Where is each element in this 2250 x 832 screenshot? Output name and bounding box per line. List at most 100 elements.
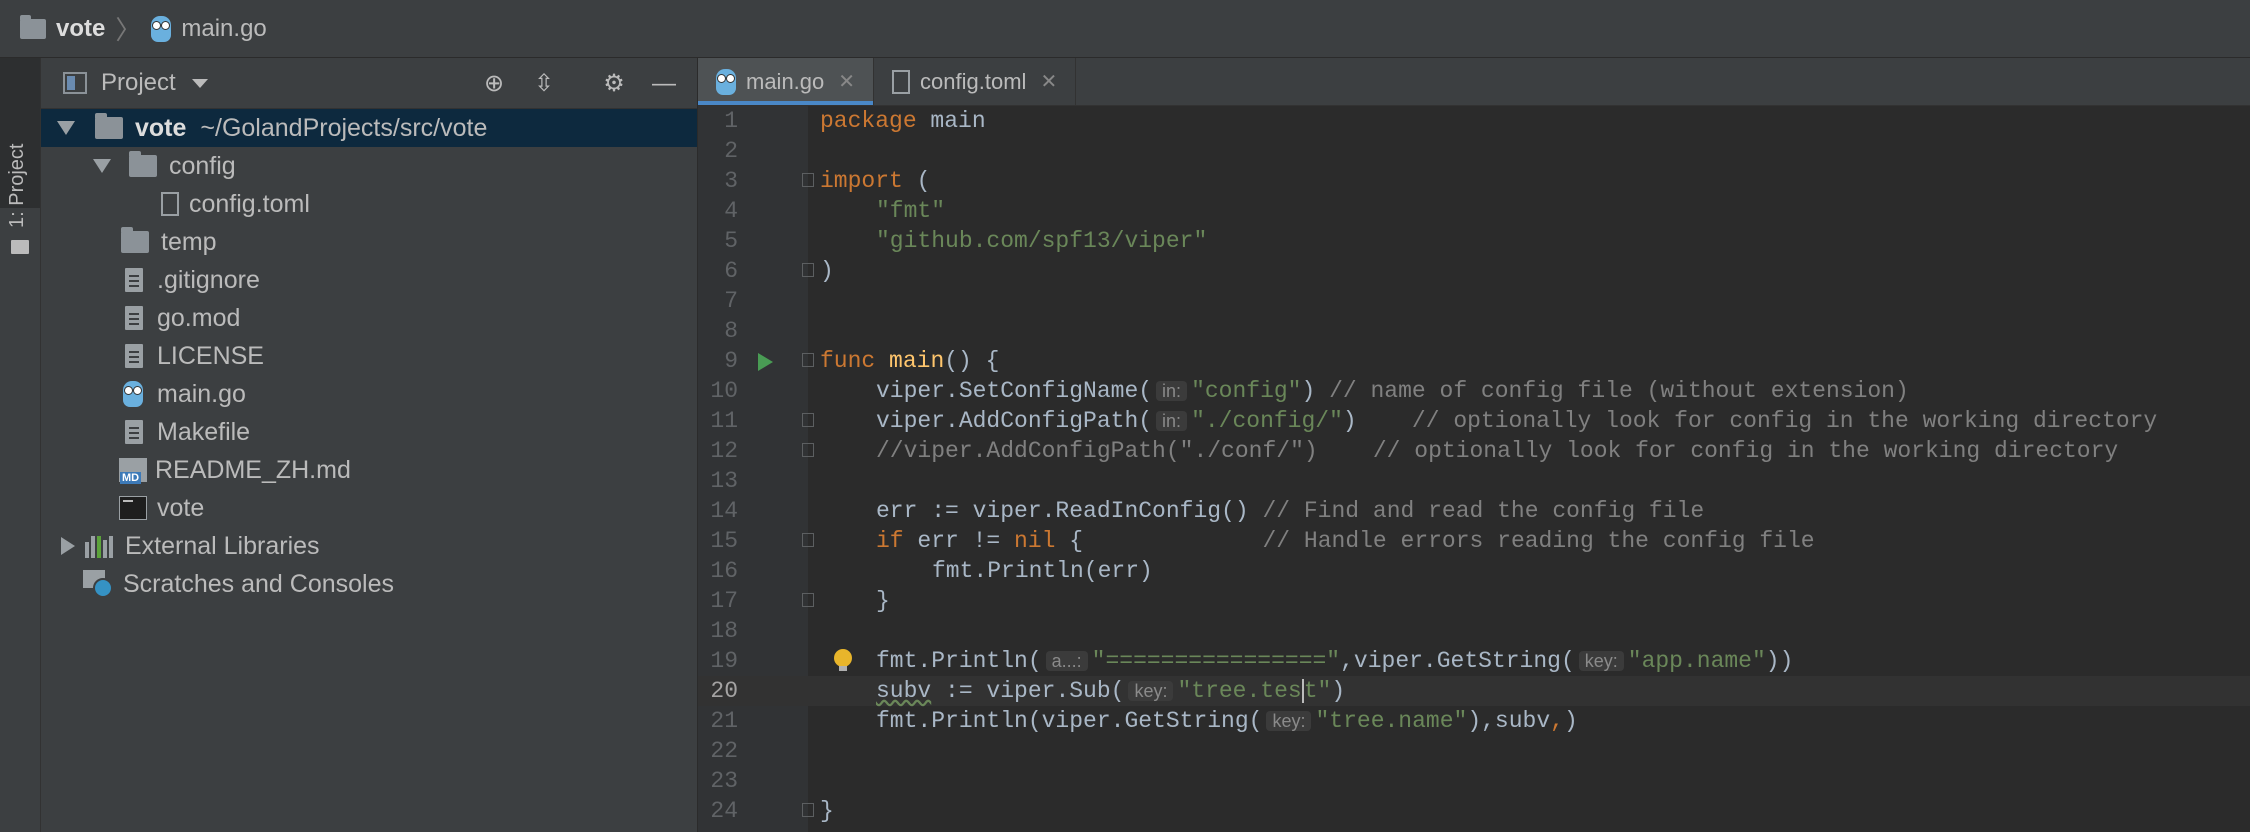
tree-item-vote-binary[interactable]: vote — [41, 489, 697, 527]
tab-config-toml[interactable]: config.toml ✕ — [874, 58, 1077, 105]
line-number: 6 — [724, 258, 738, 284]
fold-marker-icon[interactable] — [802, 443, 814, 457]
code-line[interactable]: 22 — [698, 736, 2250, 766]
close-icon[interactable]: ✕ — [838, 69, 855, 94]
line-number: 18 — [710, 618, 738, 644]
markdown-file-icon — [119, 458, 147, 484]
code-text: //viper.AddConfigPath("./conf/") // opti… — [876, 438, 2119, 464]
code-line[interactable]: 12 //viper.AddConfigPath("./conf/") // op… — [698, 436, 2250, 466]
tree-item-config[interactable]: config — [41, 147, 697, 185]
line-number: 24 — [710, 798, 738, 824]
expand-arrow-icon[interactable] — [93, 159, 111, 173]
tree-item-temp[interactable]: temp — [41, 223, 697, 261]
folder-icon — [95, 113, 123, 139]
project-view-selector[interactable]: Project — [101, 69, 176, 97]
breadcrumb-project-label: vote — [56, 14, 106, 42]
code-line[interactable]: 6) — [698, 256, 2250, 286]
code-line[interactable]: 15 if err != nil { // Handle errors readi… — [698, 526, 2250, 556]
fold-marker-icon[interactable] — [802, 593, 814, 607]
code-line[interactable]: 16 fmt.Println(err) — [698, 556, 2250, 586]
fold-marker-icon[interactable] — [802, 173, 814, 187]
code-line[interactable]: 11 viper.AddConfigPath(in: "./config/") //… — [698, 406, 2250, 436]
tree-item-label: Makefile — [157, 417, 251, 446]
text-file-icon — [125, 344, 143, 368]
tree-item-label: README_ZH.md — [155, 455, 351, 484]
project-panel: Project ⊕ ⇳ ⚙ — vote ~/GolandProjects/sr… — [41, 58, 698, 832]
project-panel-header: Project ⊕ ⇳ ⚙ — — [41, 58, 697, 109]
breadcrumb-file-label: main.go — [181, 14, 267, 42]
tree-item-scratches[interactable]: Scratches and Consoles — [41, 565, 697, 603]
tree-item-readme[interactable]: README_ZH.md — [41, 451, 697, 489]
tree-item-label: config — [169, 151, 236, 180]
lightbulb-icon[interactable] — [834, 649, 852, 671]
chevron-down-icon[interactable] — [191, 78, 208, 88]
scratches-icon — [83, 570, 113, 598]
toml-file-icon — [161, 192, 179, 216]
code-line[interactable]: 14 err := viper.ReadInConfig() // Find an… — [698, 496, 2250, 526]
code-line[interactable]: 10 viper.SetConfigName(in: "config") // na… — [698, 376, 2250, 406]
breadcrumb-project[interactable]: vote — [20, 14, 106, 43]
tree-item-license[interactable]: LICENSE — [41, 337, 697, 375]
code-text: import ( — [820, 168, 931, 194]
hide-panel-icon[interactable]: — — [651, 71, 677, 97]
text-file-icon — [125, 420, 143, 444]
code-text: viper.AddConfigPath(in: "./config/") // o… — [876, 408, 2158, 434]
expand-arrow-icon[interactable] — [61, 537, 75, 555]
fold-marker-icon[interactable] — [802, 413, 814, 427]
code-line[interactable]: 4 "fmt" — [698, 196, 2250, 226]
tree-item-label: Scratches and Consoles — [123, 569, 394, 598]
text-file-icon — [125, 306, 143, 330]
tree-item-main-go[interactable]: main.go — [41, 375, 697, 413]
code-line[interactable]: 21 fmt.Println(viper.GetString(key: "tree.… — [698, 706, 2250, 736]
fold-marker-icon[interactable] — [802, 353, 814, 367]
code-line[interactable]: 20 subv := viper.Sub(key: "tree.test") — [698, 676, 2250, 706]
tree-item-makefile[interactable]: Makefile — [41, 413, 697, 451]
fold-marker-icon[interactable] — [802, 803, 814, 817]
close-icon[interactable]: ✕ — [1040, 69, 1057, 94]
code-line[interactable]: 23 — [698, 766, 2250, 796]
tree-item-external-libraries[interactable]: External Libraries — [41, 527, 697, 565]
line-number: 2 — [724, 138, 738, 164]
project-tool-button[interactable]: 1: Project — [0, 58, 40, 254]
code-line[interactable]: 9 func main() { — [698, 346, 2250, 376]
code-line[interactable]: 17} — [698, 586, 2250, 616]
code-line[interactable]: 19 fmt.Println(a...: "================",vi… — [698, 646, 2250, 676]
line-number: 21 — [710, 708, 738, 734]
line-number: 4 — [724, 198, 738, 224]
code-line[interactable]: 5 "github.com/spf13/viper" — [698, 226, 2250, 256]
code-editor[interactable]: 1 package main 2 3 import (4 "fmt" 5 "github.co… — [698, 106, 2250, 832]
code-text: ) — [820, 258, 834, 284]
tree-item-label: vote — [135, 113, 187, 142]
code-line[interactable]: 13 — [698, 466, 2250, 496]
go-file-icon — [123, 381, 143, 407]
code-line[interactable]: 1 package main — [698, 106, 2250, 136]
code-line[interactable]: 2 — [698, 136, 2250, 166]
tree-item-label: temp — [161, 227, 217, 256]
fold-marker-icon[interactable] — [802, 263, 814, 277]
line-number: 8 — [724, 318, 738, 344]
tree-item-vote-root[interactable]: vote ~/GolandProjects/src/vote — [41, 109, 697, 147]
expand-arrow-icon[interactable] — [57, 121, 75, 135]
line-number: 13 — [710, 468, 738, 494]
code-text: "fmt" — [876, 198, 946, 224]
tab-main-go[interactable]: main.go ✕ — [698, 58, 875, 105]
code-line[interactable]: 7 — [698, 286, 2250, 316]
code-line[interactable]: 8 — [698, 316, 2250, 346]
code-text: err := viper.ReadInConfig() // Find and … — [876, 498, 1705, 524]
chevron-right-icon: 〉 — [115, 15, 142, 45]
code-text: if err != nil { // Handle errors reading… — [876, 528, 1815, 554]
fold-marker-icon[interactable] — [802, 533, 814, 547]
code-line[interactable]: 24} — [698, 796, 2250, 826]
code-line[interactable]: 18 — [698, 616, 2250, 646]
breadcrumb-file[interactable]: main.go — [151, 14, 267, 43]
line-number: 22 — [710, 738, 738, 764]
tree-item-gitignore[interactable]: .gitignore — [41, 261, 697, 299]
tree-item-config-toml[interactable]: config.toml — [41, 185, 697, 223]
project-tool-label: 1: Project — [6, 143, 28, 228]
run-icon[interactable] — [758, 353, 773, 371]
gear-icon[interactable]: ⚙ — [601, 71, 627, 97]
collapse-all-icon[interactable]: ⇳ — [531, 71, 557, 97]
code-line[interactable]: 3 import ( — [698, 166, 2250, 196]
tree-item-go-mod[interactable]: go.mod — [41, 299, 697, 337]
locate-target-icon[interactable]: ⊕ — [481, 71, 507, 97]
